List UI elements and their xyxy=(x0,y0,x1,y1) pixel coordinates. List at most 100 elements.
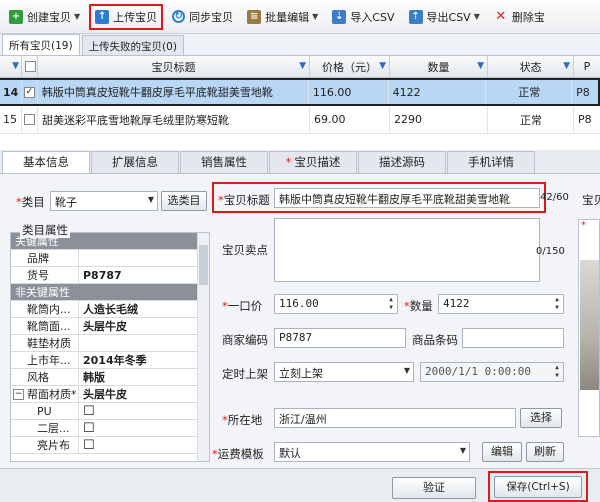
attr-row[interactable]: 货号 P8787 xyxy=(11,267,209,284)
category-label: *类目 xyxy=(16,195,45,209)
row-checkbox-cell[interactable]: ✓ xyxy=(22,80,38,104)
row-status: 正常 xyxy=(488,106,574,133)
chevron-down-icon: ▼ xyxy=(473,12,480,21)
price-input[interactable]: 116.00 ▲ ▼ xyxy=(274,294,398,314)
tab-mobile-details[interactable]: 手机详情 xyxy=(447,151,535,173)
row-title: 甜美迷彩平底雪地靴厚毛绒里防寒短靴 xyxy=(38,106,310,133)
category-attributes-table: 关键属性 品牌 货号 P8787 非关键属性 靴筒内... 人造长毛绒 靴筒面...… xyxy=(10,232,210,462)
spinner-icon[interactable]: ▲ ▼ xyxy=(552,364,562,380)
attr-row[interactable]: 风格 韩版 xyxy=(11,369,209,386)
filter-icon[interactable]: ▼ xyxy=(379,61,386,71)
attr-row[interactable]: 品牌 xyxy=(11,250,209,267)
export-icon: ⇡ xyxy=(408,9,423,24)
selling-points-textarea[interactable] xyxy=(274,218,540,282)
delete-item-button[interactable]: ✕ 删除宝 xyxy=(489,4,550,30)
spinner-icon[interactable]: ▲ ▼ xyxy=(552,296,562,312)
tab-basic-info[interactable]: 基本信息 xyxy=(2,151,90,173)
row-qty: 2290 xyxy=(390,106,488,133)
grid-header-qty[interactable]: 数量 ▼ xyxy=(390,56,488,77)
attr-row[interactable]: 二层... ☐ xyxy=(11,420,209,437)
batch-edit-icon: ≡ xyxy=(247,9,262,24)
filter-icon[interactable]: ▼ xyxy=(477,61,484,71)
spinner-icon[interactable]: ▲ ▼ xyxy=(386,296,396,312)
merchant-code-input[interactable]: P8787 xyxy=(274,328,406,348)
row-price: 69.00 xyxy=(310,106,390,133)
sync-item-button[interactable]: ↻ 同步宝贝 xyxy=(167,4,238,30)
verify-button[interactable]: 验证 xyxy=(392,477,476,499)
attr-row[interactable]: PU ☐ xyxy=(11,403,209,420)
grid-header-price[interactable]: 价格（元） ▼ xyxy=(310,56,390,77)
row-number: 14 xyxy=(0,80,22,104)
selling-points-label: 宝贝卖点 xyxy=(222,243,268,257)
save-button[interactable]: 保存(Ctrl+S) xyxy=(494,476,582,498)
attr-row[interactable]: 靴筒面... 头层牛皮 xyxy=(11,318,209,335)
table-row[interactable]: 14 ✓ 韩版中筒真皮短靴牛翻皮厚毛平底靴甜美雪地靴 116.00 4122 正… xyxy=(0,78,600,106)
choose-category-button[interactable]: 选类目 xyxy=(161,191,207,211)
attr-checkbox[interactable]: ☐ xyxy=(79,420,209,436)
row-checkbox-cell[interactable] xyxy=(22,106,38,133)
export-csv-button[interactable]: ⇡ 导出CSV ▼ xyxy=(404,4,485,30)
item-image xyxy=(580,260,599,390)
upload-icon: ↑ xyxy=(95,9,110,24)
grid-header-select-all[interactable] xyxy=(22,56,38,77)
filter-icon[interactable]: ▼ xyxy=(12,61,19,71)
basic-info-panel: *类目 靴子 ▼ 选类目 关键属性 品牌 货号 P8787 非关键属性 靴筒内...… xyxy=(0,174,600,468)
tab-all-items[interactable]: 所有宝贝(19) xyxy=(2,34,80,55)
tab-sales-attributes[interactable]: 销售属性 xyxy=(180,151,268,173)
grid-header-title[interactable]: 宝贝标题 ▼ xyxy=(38,56,310,77)
image-panel[interactable]: * xyxy=(578,219,600,437)
quantity-label: *数量 xyxy=(404,299,433,313)
filter-icon[interactable]: ▼ xyxy=(563,61,570,71)
collapse-icon[interactable]: − xyxy=(13,388,24,400)
attr-legend: 类目属性 xyxy=(20,222,70,238)
row-checkbox[interactable]: ✓ xyxy=(23,86,35,98)
attr-checkbox[interactable]: ☐ xyxy=(79,437,209,453)
attr-row[interactable]: 上市年... 2014年冬季 xyxy=(11,352,209,369)
title-input[interactable]: 韩版中筒真皮短靴牛翻皮厚毛平底靴甜美雪地靴 xyxy=(274,188,540,208)
attr-row[interactable]: 靴筒内... 人造长毛绒 xyxy=(11,301,209,318)
location-input[interactable]: 浙江/温州 xyxy=(274,408,516,428)
row-price: 116.00 xyxy=(309,80,389,104)
row-title: 韩版中筒真皮短靴牛翻皮厚毛平底靴甜美雪地靴 xyxy=(38,80,309,104)
category-select[interactable]: 靴子 ▼ xyxy=(50,191,158,211)
location-label: *所在地 xyxy=(222,413,263,427)
refresh-freight-button[interactable]: 刷新 xyxy=(526,442,564,462)
toolbar: + 创建宝贝 ▼ ↑ 上传宝贝 ↻ 同步宝贝 ≡ 批量编辑 ▼ ⇣ 导入CSV … xyxy=(0,0,600,34)
table-row[interactable]: 15 甜美迷彩平底雪地靴厚毛绒里防寒短靴 69.00 2290 正常 P8 xyxy=(0,106,600,134)
choose-location-button[interactable]: 选择 xyxy=(520,408,562,428)
tab-upload-failed[interactable]: 上传失败的宝贝(0) xyxy=(81,35,184,55)
import-icon: ⇣ xyxy=(332,9,347,24)
edit-freight-button[interactable]: 编辑 xyxy=(482,442,522,462)
select-all-checkbox[interactable] xyxy=(25,61,36,72)
tab-extended-info[interactable]: 扩展信息 xyxy=(91,151,179,173)
filter-icon[interactable]: ▼ xyxy=(299,61,306,71)
import-csv-button[interactable]: ⇣ 导入CSV xyxy=(327,4,399,30)
attr-row[interactable]: − 帮面材质* 头层牛皮 xyxy=(11,386,209,403)
grid-header: ▼ 宝贝标题 ▼ 价格（元） ▼ 数量 ▼ 状态 ▼ P xyxy=(0,56,600,78)
tab-description-source[interactable]: 描述源码 xyxy=(358,151,446,173)
item-grid: ▼ 宝贝标题 ▼ 价格（元） ▼ 数量 ▼ 状态 ▼ P 14 ✓ 韩版中筒真皮短靴牛翻… xyxy=(0,56,600,136)
barcode-input[interactable] xyxy=(462,328,564,348)
create-item-button[interactable]: + 创建宝贝 ▼ xyxy=(4,4,85,30)
freight-template-select[interactable]: 默认 ▼ xyxy=(274,442,470,462)
tab-description[interactable]: * 宝贝描述 xyxy=(269,151,357,173)
chevron-down-icon: ▼ xyxy=(403,366,410,375)
attr-row[interactable]: 亮片布 ☐ xyxy=(11,437,209,454)
quantity-input[interactable]: 4122 ▲ ▼ xyxy=(438,294,564,314)
schedule-select[interactable]: 立刻上架 ▼ xyxy=(274,362,414,382)
scrollbar-thumb[interactable] xyxy=(199,245,208,285)
schedule-datetime-input[interactable]: 2000/1/1 0:00:00 ▲ ▼ xyxy=(420,362,564,382)
attr-scrollbar[interactable] xyxy=(197,233,209,461)
row-code: P8 xyxy=(576,85,590,99)
grid-header-rownum: ▼ xyxy=(0,56,22,77)
chevron-down-icon: ▼ xyxy=(74,12,81,21)
delete-icon: ✕ xyxy=(495,8,507,24)
batch-edit-button[interactable]: ≡ 批量编辑 ▼ xyxy=(242,4,323,30)
row-checkbox[interactable] xyxy=(24,114,35,125)
row-code: P8 xyxy=(578,113,592,126)
grid-header-status[interactable]: 状态 ▼ xyxy=(488,56,574,77)
grid-header-code[interactable]: P xyxy=(574,56,600,77)
attr-row[interactable]: 鞋垫材质 xyxy=(11,335,209,352)
attr-checkbox[interactable]: ☐ xyxy=(79,403,209,419)
upload-item-button[interactable]: ↑ 上传宝贝 xyxy=(89,3,164,30)
